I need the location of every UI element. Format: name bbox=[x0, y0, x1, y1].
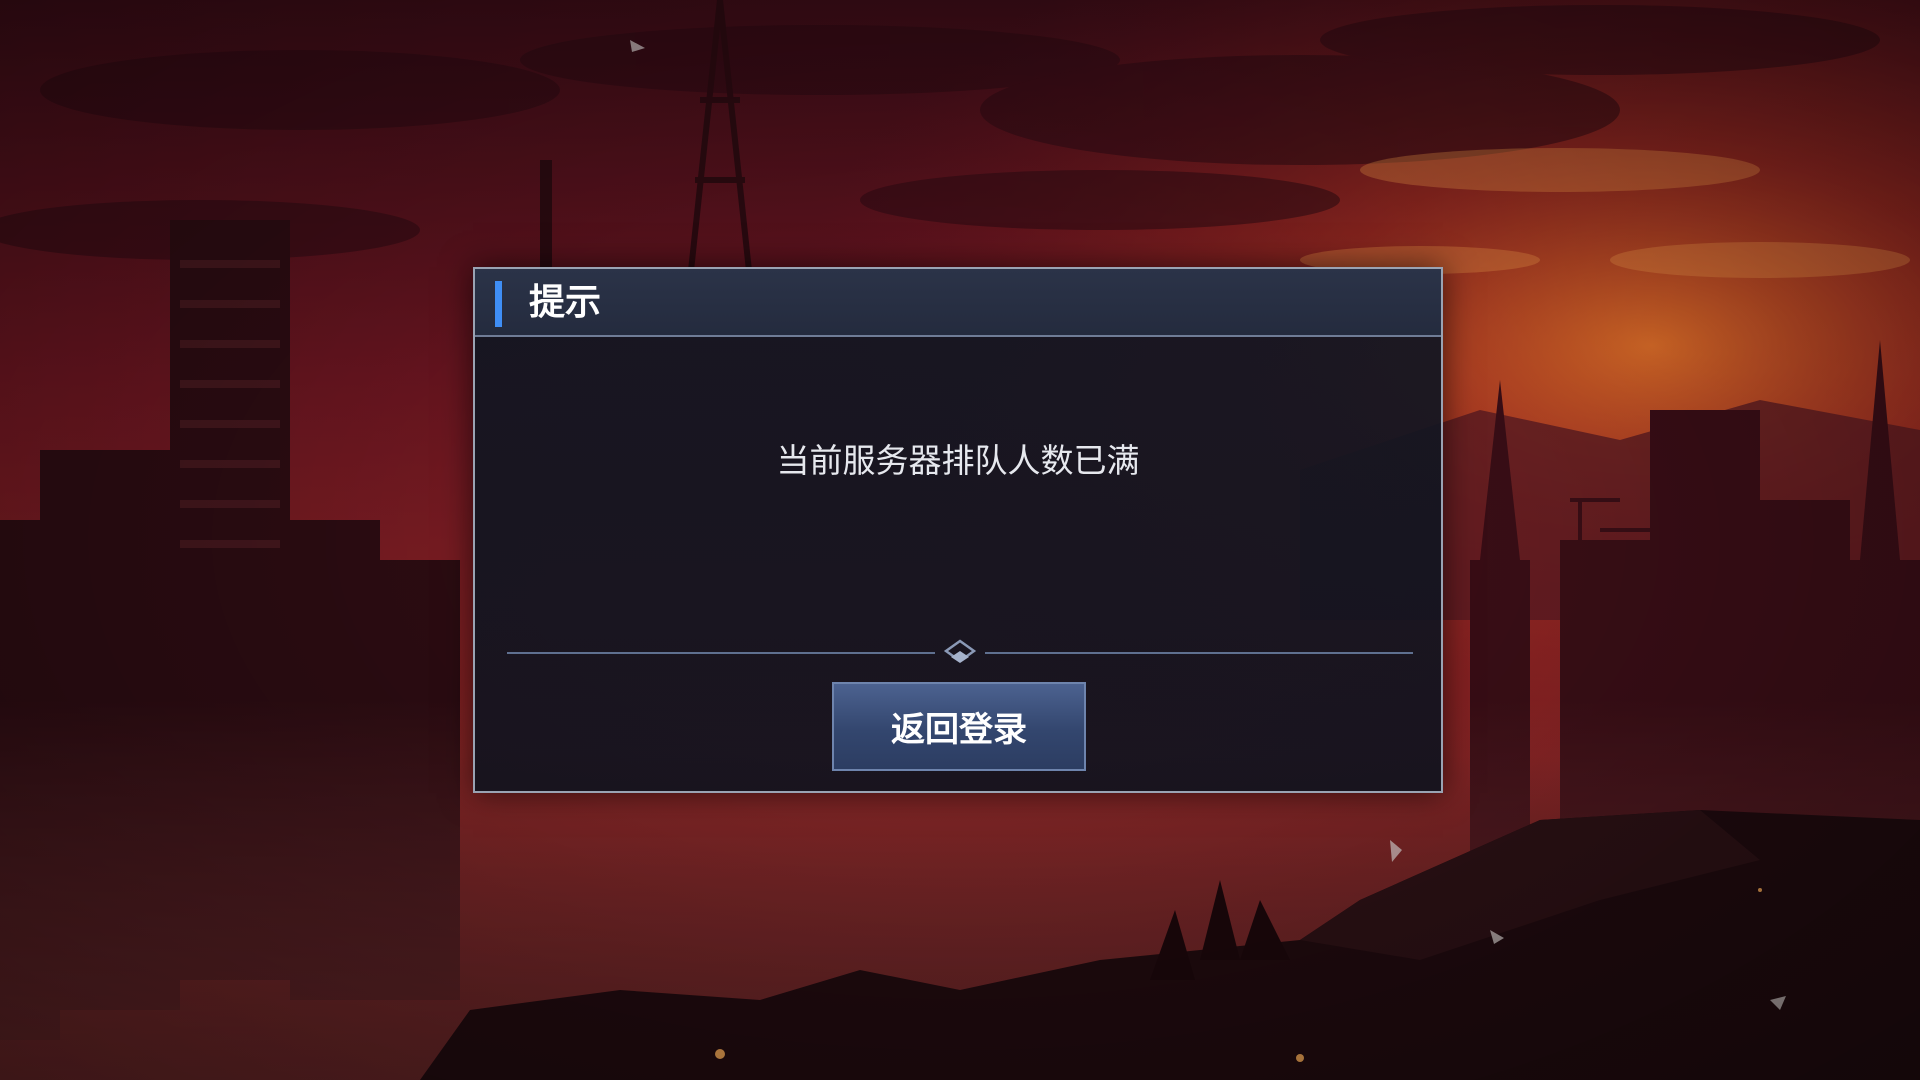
dialog-header: 提示 bbox=[475, 269, 1441, 337]
return-login-button[interactable]: 返回登录 bbox=[832, 682, 1086, 771]
divider-line-right bbox=[985, 652, 1413, 654]
notice-dialog: 提示 当前服务器排队人数已满 返回登录 bbox=[473, 267, 1443, 793]
dialog-title: 提示 bbox=[529, 282, 602, 323]
divider-line-left bbox=[507, 652, 935, 654]
header-accent-bar bbox=[495, 281, 502, 327]
diamond-chevron-icon bbox=[943, 639, 977, 663]
dialog-message: 当前服务器排队人数已满 bbox=[776, 441, 1140, 480]
